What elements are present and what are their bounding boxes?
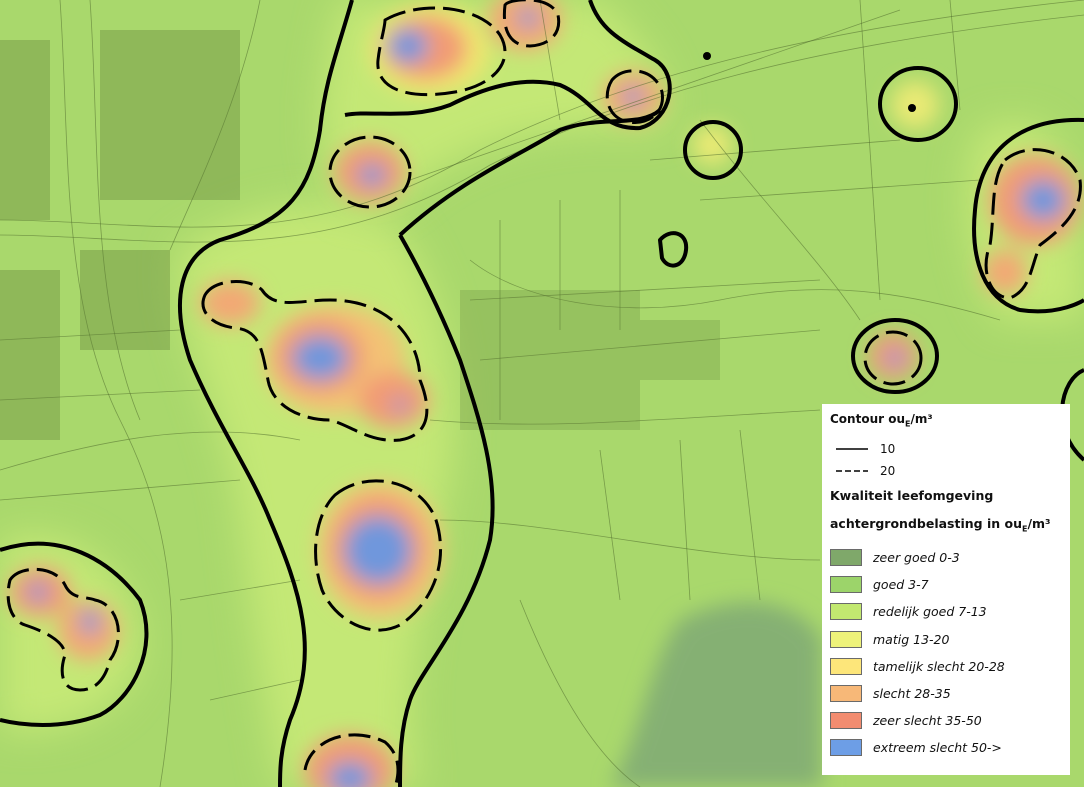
legend-swatch — [830, 739, 862, 757]
legend-class: goed 3-7 — [830, 571, 1062, 598]
legend-contour-20-label: 20 — [880, 464, 896, 479]
legend-class-label: matig 13-20 — [873, 631, 950, 647]
legend-class-label: zeer slecht 35-50 — [873, 713, 982, 729]
legend-class: matig 13-20 — [830, 625, 1062, 652]
legend-quality-title-1: Kwaliteit leefomgeving — [830, 488, 994, 504]
hotspot-west — [200, 281, 260, 325]
legend-class-label: zeer goed 0-3 — [873, 549, 960, 565]
legend-swatch — [830, 657, 862, 675]
legend-class: tamelijk slecht 20-28 — [830, 653, 1062, 680]
legend-swatch — [830, 630, 862, 648]
hotspot-east-2 — [869, 332, 917, 380]
legend-contour-10: 10 — [836, 438, 1062, 460]
legend-contour-10-label: 10 — [880, 442, 896, 457]
legend-swatch — [830, 712, 862, 730]
legend-panel: Contour ouE/m³ 10 20 Kwaliteit leefomgev… — [822, 404, 1070, 775]
legend-class: zeer goed 0-3 — [830, 544, 1062, 571]
legend-class: slecht 28-35 — [830, 680, 1062, 707]
legend-swatch — [830, 548, 862, 566]
solid-line-icon — [836, 448, 868, 451]
legend-class: redelijk goed 7-13 — [830, 598, 1062, 625]
hotspot-south — [318, 482, 442, 618]
dashed-line-icon — [836, 470, 868, 473]
legend-swatch — [830, 576, 862, 594]
legend-class-label: tamelijk slecht 20-28 — [873, 658, 1005, 674]
legend-class: extreem slecht 50-> — [830, 734, 1062, 761]
legend-contour-title: Contour ouE/m³ — [830, 412, 933, 429]
legend-class-label: goed 3-7 — [873, 577, 929, 593]
legend-class-label: extreem slecht 50-> — [873, 740, 1002, 756]
hotspot-center-north — [335, 142, 405, 202]
legend-class-list: zeer goed 0-3 goed 3-7 redelijk goed 7-1… — [830, 544, 1062, 762]
legend-class-label: redelijk goed 7-13 — [873, 604, 987, 620]
legend-swatch — [830, 603, 862, 621]
legend-class: zeer slecht 35-50 — [830, 707, 1062, 734]
legend-contour-20: 20 — [836, 460, 1062, 482]
legend-class-label: slecht 28-35 — [873, 685, 951, 701]
legend-swatch — [830, 684, 862, 702]
legend-quality-title-2: achtergrondbelasting in ouE/m³ — [830, 516, 1051, 534]
